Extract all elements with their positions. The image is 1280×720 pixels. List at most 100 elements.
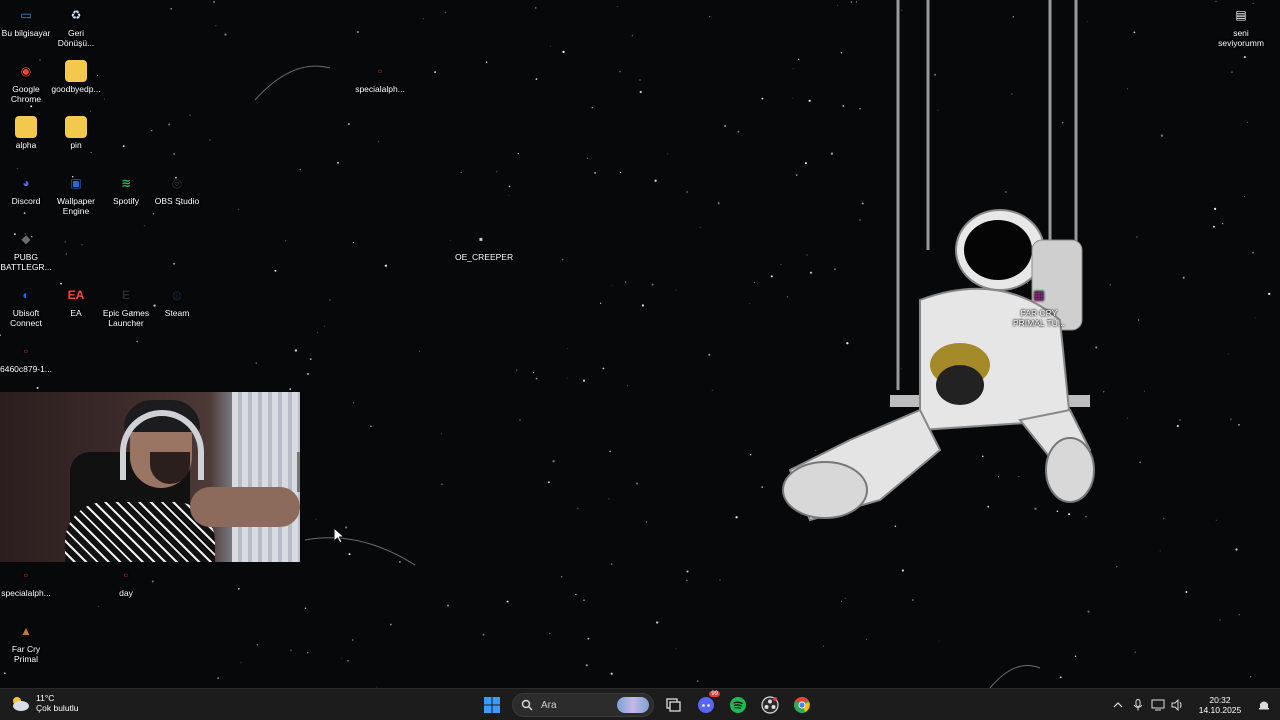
star [1074,655,1077,657]
star [315,518,317,520]
star [587,637,590,640]
star [347,660,349,662]
star [737,130,740,133]
star [307,652,309,654]
star [577,507,579,509]
star [641,304,644,307]
recycle-bin-icon: ♻ [70,8,82,22]
star [616,5,618,7]
desktop-icon-seni[interactable]: ▤ seni seviyorumm [1215,0,1267,48]
desktop-icon-oe-creeper[interactable]: ▪ OE_CREEPER [455,224,513,262]
desktop-icon-pin[interactable]: pin [50,112,102,150]
file-icon: ▫ [23,568,29,582]
star [645,521,648,523]
desktop-icon-ea[interactable]: EA EA [50,280,102,318]
desktop-icon-recycle-bin[interactable]: ♻ Geri Dönüşü... [50,0,102,48]
desktop-icon-label: Discord [11,196,41,206]
star [635,482,639,485]
star [608,498,610,500]
webcam-scrollbar[interactable] [297,452,300,492]
star [552,460,555,463]
desktop-icon-farcry-primal[interactable]: ▲ Far Cry Primal [0,616,52,664]
shooting-star [254,65,331,101]
desktop-icon-discord[interactable]: ◕ Discord [0,168,52,206]
obs-icon: ◎ [171,176,183,190]
star [599,302,602,304]
star [1144,390,1145,392]
network-button[interactable] [1148,695,1168,715]
desktop-icon-obs[interactable]: ◎ OBS Studio [151,168,203,206]
notification-bell-icon [1259,701,1269,710]
desktop-icon-alpha[interactable]: alpha [0,112,52,150]
desktop-icon-goodbyedp[interactable]: goodbyedp... [50,56,102,94]
star [441,433,443,435]
desktop-icon-wallpaper-engine[interactable]: ▣ Wallpaper Engine [50,168,102,216]
desktop-icon-file-6460[interactable]: ▫ 6460c879-1... [0,336,52,374]
notifications-button[interactable] [1252,693,1276,717]
star [370,425,372,427]
star [290,649,292,651]
taskbar-obs-button[interactable] [758,693,782,717]
show-hidden-icons-button[interactable] [1108,695,1128,715]
steam-icon: ◍ [171,288,183,302]
weather-temperature: 11°C [36,693,55,703]
star [445,12,447,14]
desktop-icon-label: Wallpaper Engine [57,196,95,216]
star [1139,461,1141,463]
desktop-icon-label: goodbyedp... [51,84,101,94]
star [1238,424,1240,426]
shooting-star [989,665,1041,688]
star [587,157,588,159]
desktop-icon-label: Ubisoft Connect [10,308,42,328]
star [1213,225,1215,228]
desktop-icon-label: seni seviyorumm [1218,28,1264,48]
star [696,680,699,682]
discord-icon: ◕ [22,176,30,190]
weather-widget[interactable]: 11°C Çok bulutlu [10,693,79,713]
star [122,145,125,148]
star [256,643,259,646]
desktop-icon-chrome[interactable]: ◉ Google Chrome [0,56,52,104]
taskbar-chrome-button[interactable] [790,693,814,717]
volume-button[interactable] [1168,695,1188,715]
task-view-icon [666,698,681,712]
star [1127,88,1128,90]
search-highlight-art [617,697,649,713]
desktop-icon-label: Google Chrome [10,84,42,104]
taskbar-search-box[interactable]: Ara [512,693,654,717]
star [285,240,287,242]
taskbar-spotify-button[interactable] [726,693,750,717]
star [566,348,568,349]
shortcut-icon: ▪ [478,232,484,246]
star [151,580,154,583]
desktop-icon-day[interactable]: ▫ day [100,560,152,598]
desktop-icon-specialalph-2[interactable]: ▫ specialalph... [0,560,52,598]
star [224,33,227,36]
star [686,579,688,581]
star [1163,517,1165,519]
taskbar-discord-button[interactable]: 99 [694,691,720,717]
desktop-icon-label: Steam [164,308,190,318]
desktop-icon-this-pc[interactable]: ▭ Bu bilgisayar [0,0,52,38]
desktop-icon-specialalph-1[interactable]: ▫ specialalph... [354,56,406,94]
taskbar-clock[interactable]: 20:32 14.10.2025 [1192,695,1248,715]
star [189,114,191,116]
start-button[interactable] [480,693,504,717]
microphone-button[interactable] [1128,695,1148,715]
desktop-icon-epic[interactable]: E Epic Games Launcher [100,280,152,328]
star [30,105,33,108]
desktop-icon-spotify[interactable]: ≋ Spotify [100,168,152,206]
star [708,353,711,356]
desktop-icon-pubg[interactable]: ◆ PUBG BATTLEGR... [0,224,52,272]
task-view-button[interactable] [662,693,686,717]
desktop-icon-ubisoft[interactable]: ◐ Ubisoft Connect [0,280,52,328]
desktop-icon-farcry-tu[interactable]: ▦ FAR CRY PRIMAL TÜ... [1013,280,1065,328]
astronaut-on-swing-image [770,0,1110,540]
desktop-icon-steam[interactable]: ◍ Steam [151,280,203,318]
desktop-icon-label: Geri Dönüşü... [57,28,95,48]
star [582,379,586,382]
webcam-overlay[interactable] [0,392,300,562]
star [356,31,359,33]
webcam-background-curtain [232,392,300,562]
folder-icon [65,116,87,138]
